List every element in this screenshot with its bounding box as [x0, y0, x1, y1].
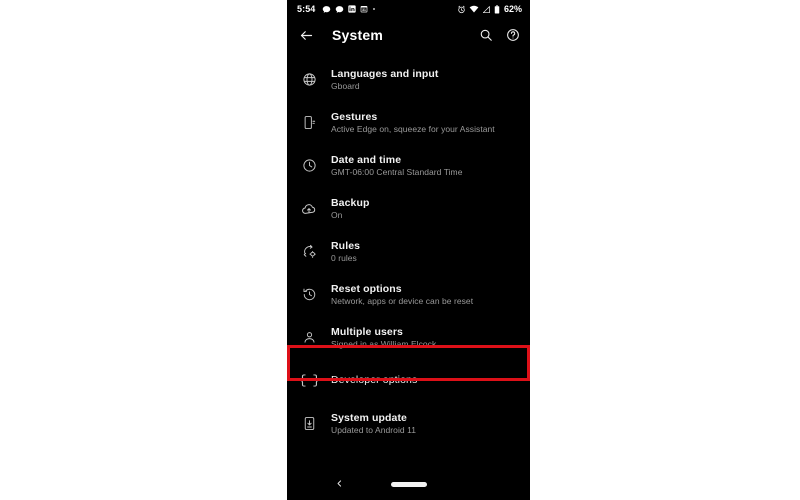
app-bar: System: [287, 18, 530, 52]
settings-list: Languages and input Gboard Gestures Acti…: [287, 52, 530, 445]
list-item-system-update[interactable]: System update Updated to Android 11: [287, 402, 530, 445]
list-item-developer-options[interactable]: { } Developer options: [287, 359, 530, 402]
chevron-back-icon[interactable]: [335, 475, 344, 493]
clock-icon: [287, 158, 331, 173]
list-item-title: Rules: [331, 239, 361, 252]
status-system-icons: 62%: [457, 4, 522, 14]
search-icon[interactable]: [479, 28, 493, 42]
page-title: System: [332, 27, 384, 43]
wifi-icon: [469, 5, 479, 13]
message-bubble-icon: [336, 5, 344, 13]
list-item-rules[interactable]: Rules 0 rules: [287, 230, 530, 273]
help-circle-icon[interactable]: [506, 28, 520, 42]
svg-text:31: 31: [363, 8, 367, 12]
list-item-title: Languages and input: [331, 67, 439, 80]
list-item-title: Date and time: [331, 153, 402, 166]
app-bar-actions: [479, 28, 520, 42]
list-item-title: System update: [331, 411, 407, 424]
list-item-subtitle: Network, apps or device can be reset: [331, 296, 474, 307]
gesture-squeeze-icon: [287, 115, 331, 130]
home-gesture-pill[interactable]: [390, 481, 427, 487]
linkedin-icon: [348, 5, 357, 13]
list-item-subtitle: Updated to Android 11: [331, 425, 417, 436]
cloud-upload-icon: [287, 201, 331, 217]
list-item-subtitle: Signed in as William Elcock: [331, 339, 437, 350]
list-item-languages-and-input[interactable]: Languages and input Gboard: [287, 58, 530, 101]
list-item-subtitle: Gboard: [331, 81, 360, 92]
restore-history-icon: [287, 287, 331, 302]
battery-percent-label: 62%: [503, 3, 522, 14]
status-bar: 5:54 31 62%: [287, 0, 530, 18]
list-item-title: Gestures: [331, 110, 378, 123]
braces-icon: { }: [298, 373, 320, 388]
list-item-reset-options[interactable]: Reset options Network, apps or device ca…: [287, 273, 530, 316]
phone-screenshot-panel: 5:54 31 62% System Languages and input G…: [287, 0, 530, 500]
rules-icon: [287, 244, 331, 259]
system-update-icon: [287, 416, 331, 431]
list-item-multiple-users[interactable]: Multiple users Signed in as William Elco…: [287, 316, 530, 359]
status-notification-icons: 31: [322, 5, 376, 14]
list-item-title: Multiple users: [331, 325, 403, 338]
list-item-backup[interactable]: Backup On: [287, 187, 530, 230]
list-item-subtitle: Active Edge on, squeeze for your Assista…: [331, 124, 495, 135]
back-arrow-icon[interactable]: [299, 28, 314, 43]
dot-icon: [373, 8, 376, 10]
navigation-bar: [287, 468, 530, 500]
list-item-title: Developer options: [331, 374, 418, 387]
status-clock: 5:54: [297, 3, 316, 14]
list-item-date-and-time[interactable]: Date and time GMT-06:00 Central Standard…: [287, 144, 530, 187]
list-item-subtitle: GMT-06:00 Central Standard Time: [331, 167, 463, 178]
globe-icon: [287, 72, 331, 87]
signal-icon: [482, 5, 490, 13]
alarm-icon: [458, 5, 465, 13]
list-item-gestures[interactable]: Gestures Active Edge on, squeeze for you…: [287, 101, 530, 144]
list-item-title: Reset options: [331, 282, 402, 295]
message-bubble-icon: [323, 5, 331, 13]
list-item-title: Backup: [331, 196, 370, 209]
calendar-icon: 31: [361, 6, 368, 13]
battery-icon: [494, 4, 500, 14]
list-item-subtitle: On: [331, 210, 343, 221]
list-item-subtitle: 0 rules: [331, 253, 357, 264]
person-icon: [287, 330, 331, 345]
